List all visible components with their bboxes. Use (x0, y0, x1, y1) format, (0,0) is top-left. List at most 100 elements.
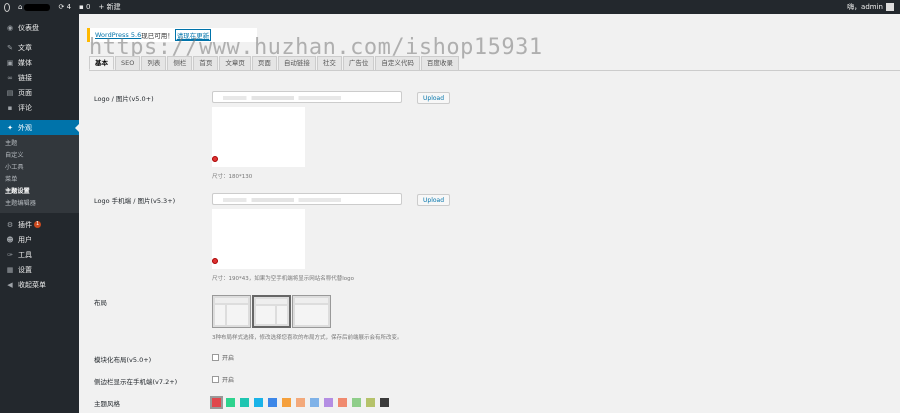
menu-pages[interactable]: ▤ 页面 (0, 85, 79, 100)
tab-social[interactable]: 社交 (316, 56, 342, 70)
tab-ads[interactable]: 广告位 (342, 56, 375, 70)
menu-users[interactable]: ☻ 用户 (0, 232, 79, 247)
logo-url-input[interactable] (212, 91, 402, 103)
modular-layout-checkbox[interactable] (212, 354, 219, 361)
mobile-logo-url-redacted (223, 198, 341, 202)
theme-swatch-11[interactable] (352, 398, 361, 407)
collapse-icon: ◀ (7, 280, 13, 289)
menu-dashboard[interactable]: ◉ 仪表盘 (0, 20, 79, 35)
update-notice: WordPress 5.6 现已可用！ 请现在更新 (87, 28, 257, 42)
submenu-widgets[interactable]: 小工具 (0, 162, 79, 174)
mobile-logo-preview (212, 209, 305, 269)
menu-comments[interactable]: ▪ 评论 (0, 100, 79, 115)
menu-collapse[interactable]: ◀ 收起菜单 (0, 277, 79, 292)
logo-remove-icon[interactable] (212, 156, 218, 162)
menu-media[interactable]: ▣ 媒体 (0, 55, 79, 70)
media-icon: ▣ (6, 58, 14, 67)
theme-swatch-12[interactable] (366, 398, 375, 407)
admin-bar: ⌂ ⟳ 4 ▪ 0 + 新建 嗨，admin (0, 0, 900, 14)
theme-swatch-8[interactable] (310, 398, 319, 407)
submenu-menus[interactable]: 菜单 (0, 174, 79, 186)
theme-swatch-9[interactable] (324, 398, 333, 407)
layout-option-right-sidebar[interactable] (252, 295, 291, 328)
settings-tabs: 基本 SEO 列表 侧栏 首页 文章页 页面 自动链接 社交 广告位 自定义代码… (89, 56, 460, 70)
submenu-customize[interactable]: 自定义 (0, 150, 79, 162)
tab-baidu-index[interactable]: 百度收录 (420, 56, 459, 70)
theme-swatch-1[interactable] (210, 396, 223, 409)
page-icon: ▤ (6, 88, 14, 97)
new-label: 新建 (106, 3, 121, 11)
comment-bubble-icon: ▪ (79, 3, 84, 11)
modular-layout-label: 模块化布局(v5.0+) (94, 356, 152, 364)
updates-count: 4 (66, 3, 72, 11)
mobile-logo-remove-icon[interactable] (212, 258, 218, 264)
theme-swatch-5[interactable] (268, 398, 277, 407)
tabs-divider (89, 70, 900, 71)
menu-appearance[interactable]: ✦ 外观 (0, 120, 79, 135)
theme-swatch-13[interactable] (380, 398, 389, 407)
howdy-text: 嗨，admin (847, 3, 883, 11)
tab-pages[interactable]: 页面 (251, 56, 277, 70)
sidebar-mobile-toggle[interactable]: 开启 (212, 375, 234, 384)
theme-style-label: 主题风格 (94, 400, 120, 408)
menu-posts[interactable]: ✎ 文章 (0, 40, 79, 55)
tab-sidebar[interactable]: 侧栏 (167, 56, 193, 70)
mobile-logo-label: Logo 手机端 / 图片(v5.3+) (94, 197, 176, 205)
plus-icon: + (98, 3, 105, 11)
tab-list[interactable]: 列表 (141, 56, 167, 70)
tools-icon: ✑ (7, 250, 13, 259)
submenu-theme-editor[interactable]: 主题编辑器 (0, 198, 79, 210)
menu-links[interactable]: ∞ 链接 (0, 70, 79, 85)
comments-link[interactable]: ⟳ 4 (54, 0, 75, 14)
theme-swatch-2[interactable] (226, 398, 235, 407)
menu-plugins[interactable]: ⚙ 插件 1 (0, 217, 79, 232)
logo-upload-button[interactable]: Upload (417, 92, 451, 104)
site-home-link[interactable]: ⌂ (14, 0, 54, 14)
tab-custom-code[interactable]: 自定义代码 (375, 56, 420, 70)
mobile-logo-url-input[interactable] (212, 193, 402, 205)
site-name-redacted (24, 3, 51, 11)
submenu-themes[interactable]: 主题 (0, 138, 79, 150)
layout-option-full-width[interactable] (292, 295, 331, 328)
logo-url-redacted (223, 96, 341, 100)
theme-swatch-10[interactable] (338, 398, 347, 407)
mobile-logo-size-hint: 尺寸：190*43，如果为空手机端将显示网站名称代替logo (212, 276, 354, 282)
sidebar-mobile-label: 侧边栏显示在手机端(v7.2+) (94, 378, 178, 386)
theme-color-swatches (210, 396, 389, 409)
wordpress-logo-icon[interactable] (0, 0, 14, 14)
layout-options (212, 295, 331, 328)
menu-settings[interactable]: ▦ 设置 (0, 262, 79, 277)
logo-preview (212, 107, 305, 167)
theme-swatch-3[interactable] (240, 398, 249, 407)
theme-swatch-7[interactable] (296, 398, 305, 407)
new-content-link[interactable]: + 新建 (94, 0, 124, 14)
menu-tools[interactable]: ✑ 工具 (0, 247, 79, 262)
layout-option-left-sidebar[interactable] (212, 295, 251, 328)
avatar (886, 3, 894, 11)
tab-seo[interactable]: SEO (115, 56, 141, 70)
settings-icon: ▦ (6, 265, 14, 274)
layout-hint: 3种布局样式选择，修改选择您喜欢的布局方式，保存后前端展示会有所改变。 (212, 335, 403, 341)
comments-count-link[interactable]: ▪ 0 (75, 0, 94, 14)
plugins-update-badge: 1 (34, 221, 42, 228)
comment-icon: ▪ (7, 103, 13, 112)
theme-swatch-6[interactable] (282, 398, 291, 407)
modular-layout-toggle[interactable]: 开启 (212, 353, 234, 362)
layout-label: 布局 (94, 299, 107, 307)
tab-post-page[interactable]: 文章页 (219, 56, 251, 70)
submenu-theme-settings[interactable]: 主题设置 (0, 186, 79, 198)
sidebar-mobile-checkbox[interactable] (212, 376, 219, 383)
tab-auto-links[interactable]: 自动链接 (277, 56, 316, 70)
theme-swatch-4[interactable] (254, 398, 263, 407)
tab-home[interactable]: 首页 (193, 56, 219, 70)
appearance-submenu: 主题 自定义 小工具 菜单 主题设置 主题编辑器 (0, 135, 79, 213)
comments-count: 0 (86, 3, 91, 11)
logo-label: Logo / 图片(v5.0+) (94, 95, 154, 103)
my-account[interactable]: 嗨，admin (847, 0, 894, 14)
refresh-icon: ⟳ (58, 3, 65, 11)
update-now-link[interactable]: 请现在更新 (174, 29, 212, 41)
mobile-logo-upload-button[interactable]: Upload (417, 194, 451, 206)
admin-menu: ◉ 仪表盘 ✎ 文章 ▣ 媒体 ∞ 链接 ▤ 页面 ▪ 评论 ✦ 外观 主题 自定义 小工具 … (0, 14, 79, 413)
wordpress-version-link[interactable]: WordPress 5.6 (95, 31, 141, 39)
tab-basic[interactable]: 基本 (89, 56, 114, 70)
